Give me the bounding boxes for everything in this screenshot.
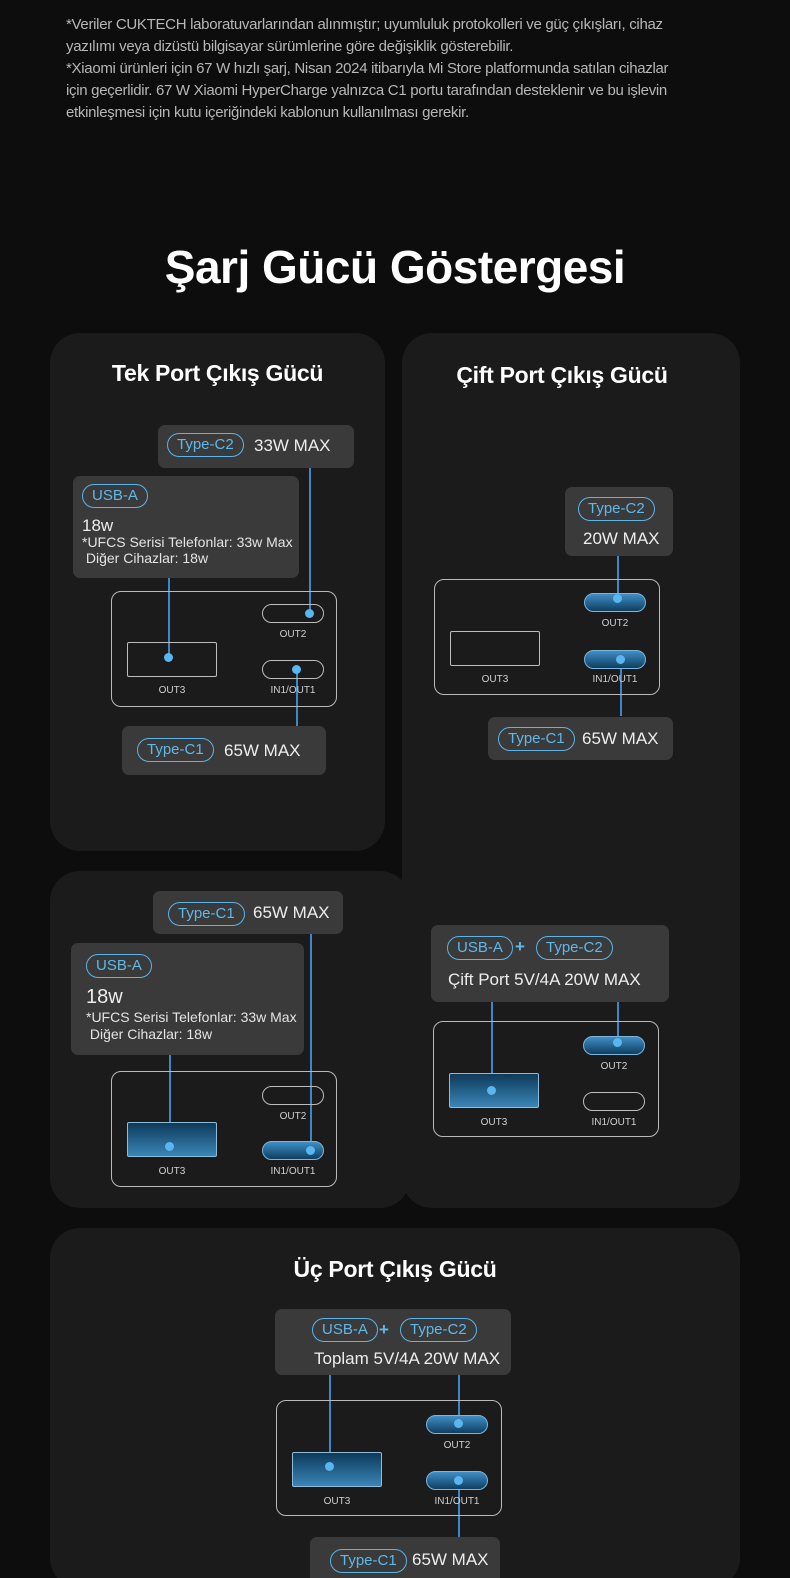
pill-usb-a: USB-A [82,484,148,508]
combo-value: Toplam 5V/4A 20W MAX [314,1349,501,1368]
pill-type-c1: Type-C1 [168,902,245,926]
combo-value: Çift Port 5V/4A 20W MAX [448,970,641,989]
in1-label: IN1/OUT1 [270,1166,316,1177]
usb-a-note-2: Diğer Cihazlar: 18w [86,1026,213,1042]
pill-usb-a: USB-A [86,954,152,978]
label-type-c2-dual: Type-C2 20W MAX [565,487,673,556]
dot [325,1462,334,1471]
note-line: *Xiaomi ürünleri için 67 W hızlı şarj, N… [66,60,669,77]
usb-a-port [450,631,540,666]
dot [487,1086,496,1095]
pill-type-c2: Type-C2 [536,936,613,960]
dot [292,665,301,674]
label-type-c2: Type-C2 33W MAX [158,425,354,468]
label-usb-a-b: USB-A 18w *UFCS Serisi Telefonlar: 33w M… [71,943,304,1055]
c2-value: 20W MAX [583,529,660,548]
note-line: etkinleşmesi için kutu içeriğindeki kabl… [66,104,469,121]
out2-label: OUT2 [279,1111,307,1122]
disclaimer-notes: *Veriler CUKTECH laboratuvarlarından alı… [66,14,746,124]
out2-label: OUT2 [600,1061,628,1072]
c2-value: 33W MAX [254,436,331,455]
note-line: için geçerlidir. 67 W Xiaomi HyperCharge… [66,82,667,99]
c1-value: 65W MAX [412,1550,489,1569]
in1-label: IN1/OUT1 [270,685,316,696]
in1-label: IN1/OUT1 [434,1496,480,1507]
out3-label: OUT3 [158,1166,186,1177]
dot [305,609,314,618]
out3-label: OUT3 [158,685,186,696]
plus-sign: + [379,1320,389,1339]
label-type-c1-triple: Type-C1 65W MAX [310,1537,500,1578]
pill-usb-a: USB-A [447,936,513,960]
usb-a-power: 18w [86,986,123,1008]
in1-port [584,650,646,669]
plus-sign: + [515,937,525,956]
pill-usb-a: USB-A [312,1318,378,1342]
out2-label: OUT2 [601,618,629,629]
dual-port-title: Çift Port Çıkış Gücü [456,362,668,388]
out3-label: OUT3 [323,1496,351,1507]
pill-type-c1: Type-C1 [498,727,575,751]
pill-type-c2: Type-C2 [400,1318,477,1342]
in1-label: IN1/OUT1 [591,1117,637,1128]
note-line: *Veriler CUKTECH laboratuvarlarından alı… [66,16,663,33]
pill-type-c1: Type-C1 [330,1549,407,1573]
page-title: Şarj Gücü Göstergesi [164,241,626,293]
usb-a-note-1: *UFCS Serisi Telefonlar: 33w Max [86,1009,297,1025]
usb-a-port [127,1122,217,1157]
dot [613,1038,622,1047]
dot [616,655,625,664]
dot [613,594,622,603]
usb-a-power: 18w [82,516,114,535]
c1-value: 65W MAX [224,741,301,760]
pill-type-c2: Type-C2 [167,433,244,457]
dot [306,1146,315,1155]
triple-port-title: Üç Port Çıkış Gücü [293,1256,497,1282]
pill-type-c2: Type-C2 [578,497,655,521]
out2-label: OUT2 [443,1440,471,1451]
usb-a-note-1: *UFCS Serisi Telefonlar: 33w Max [82,534,293,550]
out3-label: OUT3 [481,674,509,685]
label-type-c1-b: Type-C1 65W MAX [153,891,343,934]
in1-label: IN1/OUT1 [592,674,638,685]
c1-value: 65W MAX [253,903,330,922]
dot [454,1419,463,1428]
wire [309,466,311,610]
dot [165,1142,174,1151]
dot [164,653,173,662]
c1-value: 65W MAX [582,729,659,748]
pill-type-c1: Type-C1 [137,738,214,762]
label-usb-a: USB-A 18w *UFCS Serisi Telefonlar: 33w M… [73,476,299,578]
dot [454,1476,463,1485]
label-type-c1: Type-C1 65W MAX [122,726,326,775]
out2-port [262,604,324,623]
in1-port [583,1092,645,1111]
out3-label: OUT3 [480,1117,508,1128]
out2-port [262,1086,324,1105]
usb-a-note-2: Diğer Cihazlar: 18w [82,550,209,566]
single-port-title: Tek Port Çıkış Gücü [111,360,324,386]
out2-label: OUT2 [279,629,307,640]
label-triple-combo: USB-A + Type-C2 Toplam 5V/4A 20W MAX [275,1309,511,1375]
note-line: yazılımı veya dizüstü bilgisayar sürümle… [66,38,514,55]
label-type-c1-dual: Type-C1 65W MAX [488,717,673,760]
usb-a-port [292,1452,382,1487]
label-dual-combo: USB-A + Type-C2 Çift Port 5V/4A 20W MAX [431,925,669,1002]
